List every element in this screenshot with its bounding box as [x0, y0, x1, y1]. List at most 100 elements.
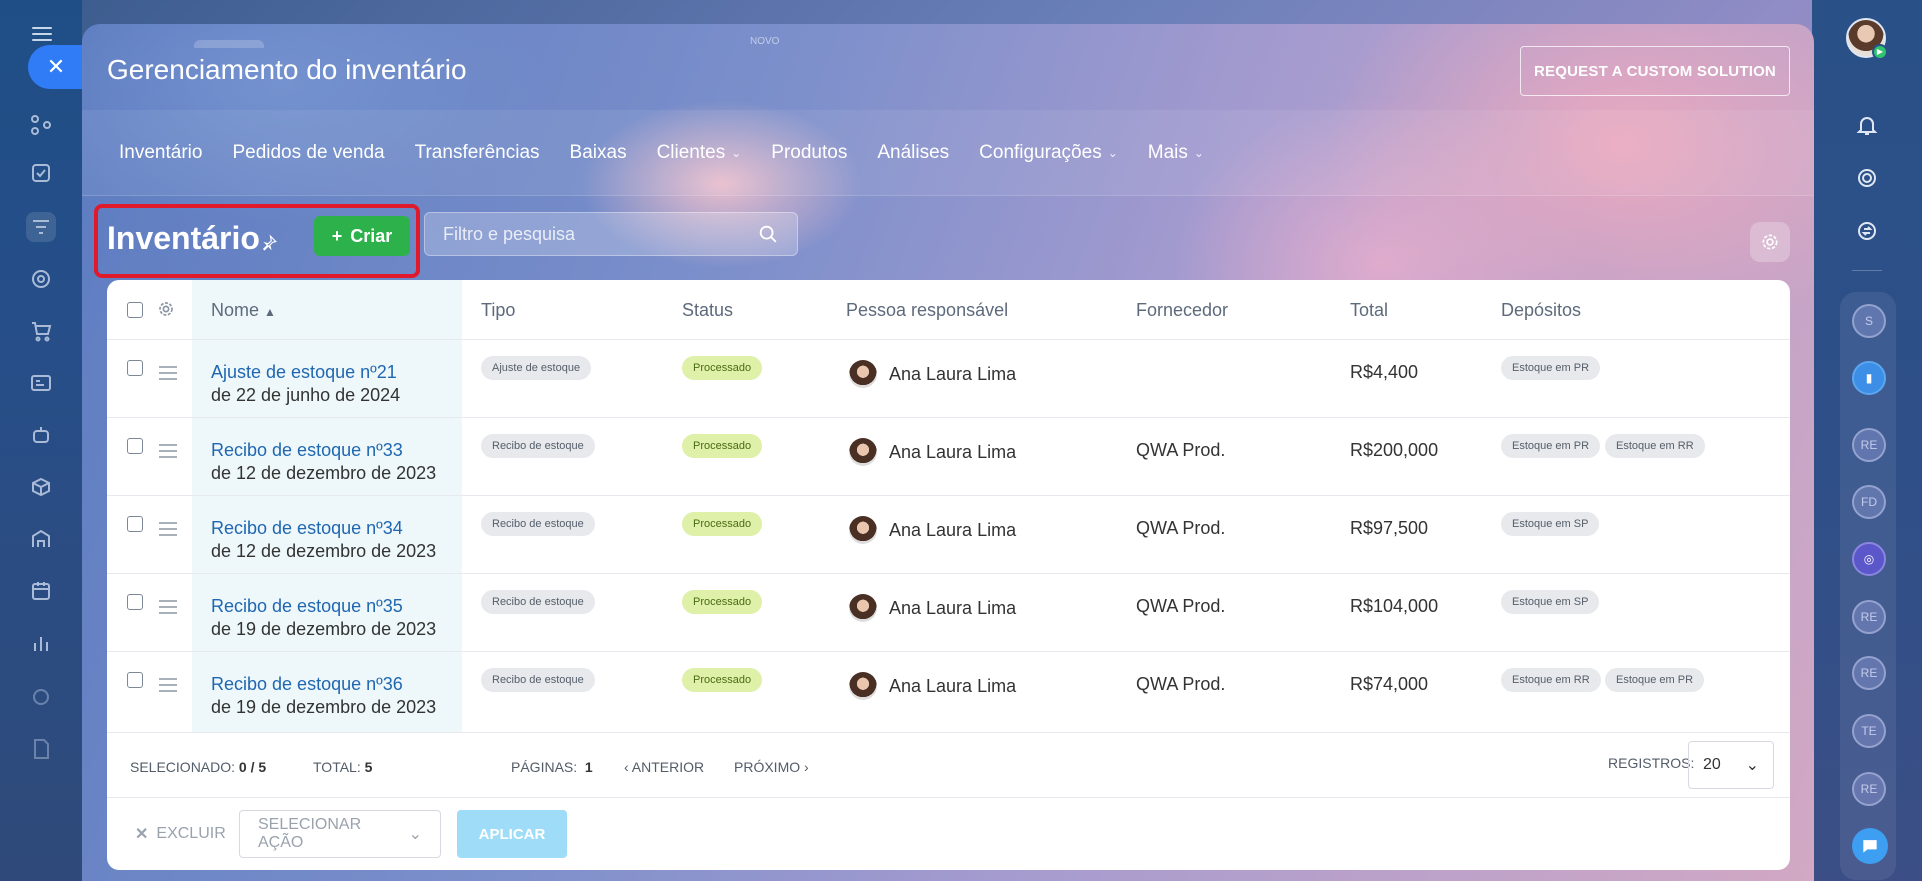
responsible-person[interactable]: Ana Laura Lima: [849, 594, 1016, 622]
nav-inventario[interactable]: Inventário: [119, 142, 202, 164]
responsible-person[interactable]: Ana Laura Lima: [849, 360, 1016, 388]
search-icon[interactable]: [757, 223, 779, 245]
funnel-icon[interactable]: [26, 212, 56, 242]
search-input[interactable]: [443, 223, 757, 245]
nav-baixas[interactable]: Baixas: [570, 142, 627, 164]
menu-icon[interactable]: [32, 27, 52, 41]
drag-handle-icon[interactable]: [159, 600, 177, 618]
delete-button[interactable]: ✕ EXCLUIR: [135, 824, 226, 844]
warehouse-badge: Estoque em PR: [1501, 434, 1601, 458]
chat-avatar-6[interactable]: RE: [1852, 600, 1886, 634]
settings-circle-icon[interactable]: [26, 682, 56, 712]
status-badge: Processado: [682, 356, 763, 380]
chat-avatar-3[interactable]: RE: [1852, 428, 1886, 462]
ghost-tab-label: NOVO: [750, 36, 780, 47]
select-action-dropdown[interactable]: SELECIONAR AÇÃO ⌄: [239, 810, 441, 858]
total-amount: R$97,500: [1350, 518, 1429, 538]
bell-icon[interactable]: [1852, 110, 1882, 140]
header-name[interactable]: Nome ▲: [211, 300, 276, 321]
chat-avatar-8[interactable]: TE: [1852, 714, 1886, 748]
type-badge: Recibo de estoque: [481, 434, 595, 458]
chevron-right-icon: ›: [804, 759, 809, 775]
chevron-left-icon: ‹: [624, 759, 629, 775]
nav-clientes[interactable]: Clientes ⌄: [657, 142, 742, 164]
chat-avatar-9[interactable]: RE: [1852, 772, 1886, 806]
column-settings-gear-icon[interactable]: [157, 300, 175, 318]
header-status[interactable]: Status: [682, 300, 733, 321]
type-badge: Ajuste de estoque: [481, 356, 592, 380]
copilot-icon[interactable]: ◎: [1852, 542, 1886, 576]
apply-button[interactable]: APLICAR: [457, 810, 567, 858]
chart-icon[interactable]: [26, 628, 56, 658]
chat-bubble-icon[interactable]: [1852, 828, 1888, 864]
nav-produtos[interactable]: Produtos: [771, 142, 847, 164]
table-header: Nome ▲ Tipo Status Pessoa responsável Fo…: [107, 280, 1790, 340]
select-all-checkbox[interactable]: [127, 302, 143, 318]
drag-handle-icon[interactable]: [159, 366, 177, 384]
drag-handle-icon[interactable]: [159, 444, 177, 462]
nav-configuracoes[interactable]: Configurações ⌄: [979, 142, 1118, 164]
status-badge: Processado: [682, 668, 763, 692]
pin-icon[interactable]: [260, 234, 278, 252]
target-icon[interactable]: [26, 264, 56, 294]
flows-icon[interactable]: [26, 110, 56, 140]
document-icon[interactable]: [26, 734, 56, 764]
responsible-person[interactable]: Ana Laura Lima: [849, 438, 1016, 466]
next-page-link[interactable]: PRÓXIMO ›: [734, 759, 809, 775]
gear-icon[interactable]: [1750, 222, 1790, 262]
close-slider-button[interactable]: ✕: [28, 45, 84, 89]
document-link[interactable]: Recibo de estoque nº35: [211, 596, 403, 617]
search-box[interactable]: [424, 212, 798, 256]
document-link[interactable]: Recibo de estoque nº33: [211, 440, 403, 461]
row-checkbox[interactable]: [127, 594, 143, 610]
user-avatar[interactable]: ▶: [1846, 18, 1888, 60]
table-row[interactable]: Ajuste de estoque nº21 de 22 de junho de…: [107, 340, 1790, 418]
table-row[interactable]: Recibo de estoque nº36 de 19 de dezembro…: [107, 652, 1790, 730]
nav-analises[interactable]: Análises: [877, 142, 949, 164]
chat-avatar-7[interactable]: RE: [1852, 656, 1886, 690]
row-checkbox[interactable]: [127, 438, 143, 454]
header-responsible[interactable]: Pessoa responsável: [846, 300, 1008, 321]
records-per-page-select[interactable]: 20 ⌄: [1688, 741, 1774, 789]
responsible-person[interactable]: Ana Laura Lima: [849, 516, 1016, 544]
document-date: de 19 de dezembro de 2023: [211, 619, 437, 639]
header-supplier[interactable]: Fornecedor: [1136, 300, 1228, 321]
nav-transferencias[interactable]: Transferências: [415, 142, 540, 164]
table-row[interactable]: Recibo de estoque nº33 de 12 de dezembro…: [107, 418, 1790, 496]
document-link[interactable]: Recibo de estoque nº36: [211, 674, 403, 695]
building-icon[interactable]: [26, 524, 56, 554]
drag-handle-icon[interactable]: [159, 678, 177, 696]
document-link[interactable]: Recibo de estoque nº34: [211, 518, 403, 539]
request-custom-solution-button[interactable]: REQUEST A CUSTOM SOLUTION: [1520, 46, 1790, 96]
drag-handle-icon[interactable]: [159, 522, 177, 540]
box-icon[interactable]: [26, 472, 56, 502]
supplier: QWA Prod.: [1136, 596, 1226, 616]
contacts-icon[interactable]: [26, 368, 56, 398]
table-row[interactable]: Recibo de estoque nº34 de 12 de dezembro…: [107, 496, 1790, 574]
nav-pedidos-de-venda[interactable]: Pedidos de venda: [232, 142, 384, 164]
row-checkbox[interactable]: [127, 360, 143, 376]
tasks-icon[interactable]: [26, 158, 56, 188]
warehouse-badge: Estoque em PR: [1605, 668, 1705, 692]
calendar-icon[interactable]: [26, 576, 56, 606]
create-button[interactable]: + Criar: [314, 216, 410, 256]
row-checkbox[interactable]: [127, 516, 143, 532]
nav-mais[interactable]: Mais ⌄: [1148, 142, 1204, 164]
previous-page-link[interactable]: ‹ ANTERIOR: [624, 759, 704, 775]
robot-icon[interactable]: [26, 420, 56, 450]
chat-avatar-4[interactable]: FD: [1852, 485, 1886, 519]
chat-avatar-1[interactable]: S: [1852, 304, 1886, 338]
responsible-person[interactable]: Ana Laura Lima: [849, 672, 1016, 700]
header-type[interactable]: Tipo: [481, 300, 515, 321]
sync-icon[interactable]: [1852, 216, 1882, 246]
cart-icon[interactable]: [26, 316, 56, 346]
header-total[interactable]: Total: [1350, 300, 1388, 321]
header-warehouses[interactable]: Depósitos: [1501, 300, 1581, 321]
table-row[interactable]: Recibo de estoque nº35 de 19 de dezembro…: [107, 574, 1790, 652]
document-link[interactable]: Ajuste de estoque nº21: [211, 362, 397, 383]
target-scan-icon[interactable]: [1852, 163, 1882, 193]
row-checkbox[interactable]: [127, 672, 143, 688]
supplier: QWA Prod.: [1136, 674, 1226, 694]
bookmark-icon[interactable]: ▮: [1852, 361, 1886, 395]
warehouse-badge: Estoque em SP: [1501, 590, 1600, 614]
